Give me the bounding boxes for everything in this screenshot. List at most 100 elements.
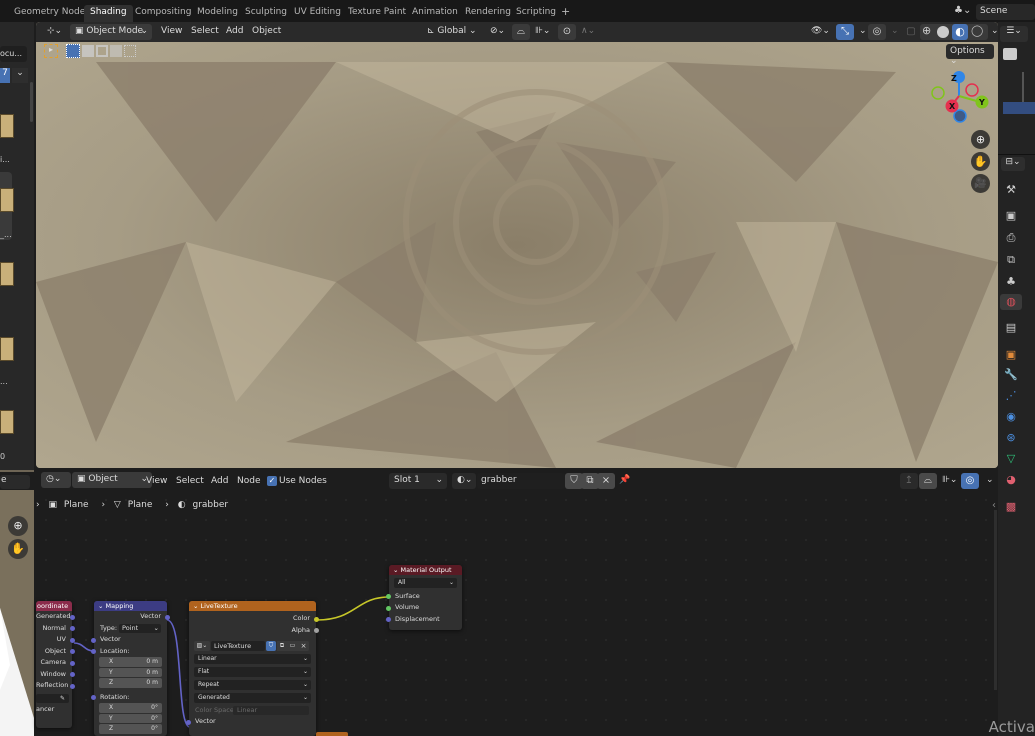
source-dropdown[interactable]: Generated ⌄ (194, 693, 311, 703)
image-name-field[interactable]: e (0, 475, 30, 489)
socket[interactable] (91, 695, 96, 700)
open-folder-icon[interactable]: ▭ (287, 641, 298, 651)
file-thumbnail[interactable] (0, 410, 14, 434)
modifier-wrench-icon[interactable]: 🔧 (1003, 367, 1019, 383)
target-dropdown[interactable]: All ⌄ (394, 578, 457, 588)
image-name-field[interactable]: LiveTexture (211, 641, 265, 651)
solid-icon[interactable] (937, 26, 949, 38)
close-icon[interactable]: × (597, 473, 615, 489)
hand-icon[interactable]: ✋ (8, 539, 28, 559)
socket[interactable] (70, 672, 75, 677)
rotation-y-field[interactable]: Y 0° (99, 713, 162, 723)
camera-icon[interactable]: 🎥 (971, 174, 990, 193)
extension-dropdown[interactable]: Repeat ⌄ (194, 680, 311, 690)
tab-texture-paint[interactable]: Texture Paint (342, 5, 412, 22)
shader-node-editor[interactable]: ◷⌄ ▣ Object ⌄ View Select Add Node ✓ Use … (36, 470, 998, 736)
socket[interactable] (386, 594, 391, 599)
add-workspace-button[interactable]: + (555, 3, 576, 20)
image-browse-icon[interactable]: ▨⌄ (194, 641, 210, 651)
transform-orientation[interactable]: ⊾ Global ⌄ (422, 24, 482, 40)
mode-selector[interactable]: ▣ Object Mode ⌄ (70, 24, 152, 40)
menu-node[interactable]: Node (232, 474, 266, 490)
scrollbar[interactable] (30, 82, 33, 122)
socket[interactable] (91, 637, 96, 643)
snap-target-icon[interactable]: ⊪⌄ (530, 24, 555, 40)
select-new-icon[interactable] (66, 44, 80, 58)
material-browse-icon[interactable]: ◐⌄ (452, 473, 476, 489)
breadcrumb-material[interactable]: grabber (193, 500, 229, 510)
particles-icon[interactable]: ⋰ (1003, 388, 1019, 404)
view-layer-icon[interactable]: ⧉ (1003, 252, 1019, 268)
select-extend-icon[interactable] (82, 45, 94, 57)
tab-animation[interactable]: Animation (406, 5, 464, 22)
parent-node-tree-icon[interactable]: ↥ (900, 473, 918, 489)
material-icon[interactable]: ◕ (1003, 472, 1019, 488)
rotation-x-field[interactable]: X 0° (99, 703, 162, 713)
tab-uv-editing[interactable]: UV Editing (288, 5, 347, 22)
chevron-down-icon[interactable]: ⌄ (886, 24, 904, 40)
tab-shading[interactable]: Shading (84, 5, 133, 22)
shader-type-selector[interactable]: ▣ Object ⌄ (72, 472, 152, 488)
tab-sculpting[interactable]: Sculpting (239, 5, 293, 22)
close-icon[interactable]: × (298, 641, 309, 651)
select-invert-icon[interactable] (110, 45, 122, 57)
menu-add[interactable]: Add (206, 474, 233, 490)
socket[interactable] (386, 605, 391, 611)
tab-geometry-nodes[interactable]: Geometry Nodes (8, 5, 96, 22)
breadcrumb-object[interactable]: Plane (64, 500, 89, 510)
snap-mode-icon[interactable]: ⊪⌄ (937, 473, 962, 489)
scene-field[interactable]: Scene (976, 4, 1035, 20)
rotation-z-field[interactable]: Z 0° (99, 724, 162, 734)
socket[interactable] (70, 649, 75, 654)
editor-type-icon[interactable]: ⊹⌄ (42, 24, 68, 40)
livetexture-node[interactable]: ⌄ LiveTexture Color Alpha ▨⌄ LiveTexture… (186, 601, 319, 736)
type-dropdown[interactable]: Point ⌄ (119, 623, 161, 633)
location-z-field[interactable]: Z 0 m (99, 678, 162, 688)
menu-select[interactable]: Select (171, 474, 209, 490)
file-thumbnail[interactable] (0, 114, 14, 138)
tab-compositing[interactable]: Compositing (129, 5, 197, 22)
world-icon[interactable]: ◍ (1000, 294, 1022, 310)
socket[interactable] (314, 616, 319, 622)
select-subtract-icon[interactable] (96, 45, 108, 57)
fake-user-shield-icon[interactable]: ⛉ (266, 641, 276, 651)
xray-icon[interactable]: ▢ (902, 24, 920, 40)
menu-view[interactable]: View (156, 24, 187, 40)
object-field[interactable]: ✎ (36, 693, 69, 703)
render-icon[interactable]: ▣ (1003, 208, 1019, 224)
menu-view[interactable]: View (141, 474, 172, 490)
slot-selector[interactable]: Slot 1 ⌄ (389, 473, 447, 489)
tab-rendering[interactable]: Rendering (459, 5, 517, 22)
chevron-down-icon[interactable]: ⌄ (986, 24, 998, 40)
eyedropper-icon[interactable]: ✎ (60, 695, 65, 702)
zoom-icon[interactable]: ⊕ (971, 130, 990, 149)
file-thumbnail[interactable] (0, 188, 14, 212)
select-tool-icon[interactable]: ▸ (44, 44, 58, 58)
snap-icon[interactable]: ⌓ (512, 24, 530, 40)
pivot-icon[interactable]: ⊘⌄ (485, 24, 510, 40)
options-button[interactable]: Options ⌄ (946, 44, 994, 66)
file-thumbnail[interactable] (0, 337, 14, 361)
chevron-down-icon[interactable]: ⌄ (12, 68, 28, 83)
constraints-icon[interactable]: ⊛ (1003, 430, 1019, 446)
3d-viewport[interactable]: ⊹⌄ ▣ Object Mode ⌄ View Select Add Object… (36, 22, 998, 468)
mapping-node[interactable]: ⌄ Mapping Vector Type: Point ⌄ Vector Loc… (91, 601, 170, 736)
falloff-icon[interactable]: ∧⌄ (576, 24, 600, 40)
display-mode-selector[interactable]: 7 (0, 68, 10, 83)
location-x-field[interactable]: X 0 m (99, 657, 162, 667)
editor-type-icon[interactable]: ◷⌄ (41, 472, 71, 488)
navigation-gizmo[interactable] (929, 66, 989, 126)
pin-icon[interactable]: 📌 (614, 473, 635, 489)
editor-type-icon[interactable]: ⊟⌄ (1001, 157, 1025, 171)
interpolation-dropdown[interactable]: Linear ⌄ (194, 654, 311, 664)
object-icon[interactable]: ▣ (1003, 347, 1019, 363)
file-thumbnail[interactable] (0, 262, 14, 286)
socket[interactable] (91, 649, 96, 654)
outliner-selected-row[interactable] (1003, 102, 1035, 114)
material-preview-icon[interactable]: ◐ (952, 24, 968, 40)
wireframe-icon[interactable]: ⊕ (922, 24, 931, 37)
collection-icon[interactable]: ▤ (1003, 320, 1019, 336)
outliner-display-icon[interactable]: ☰⌄ (1000, 26, 1028, 42)
snap-icon[interactable]: ⌓ (919, 473, 937, 489)
breadcrumb-mesh[interactable]: Plane (128, 500, 153, 510)
